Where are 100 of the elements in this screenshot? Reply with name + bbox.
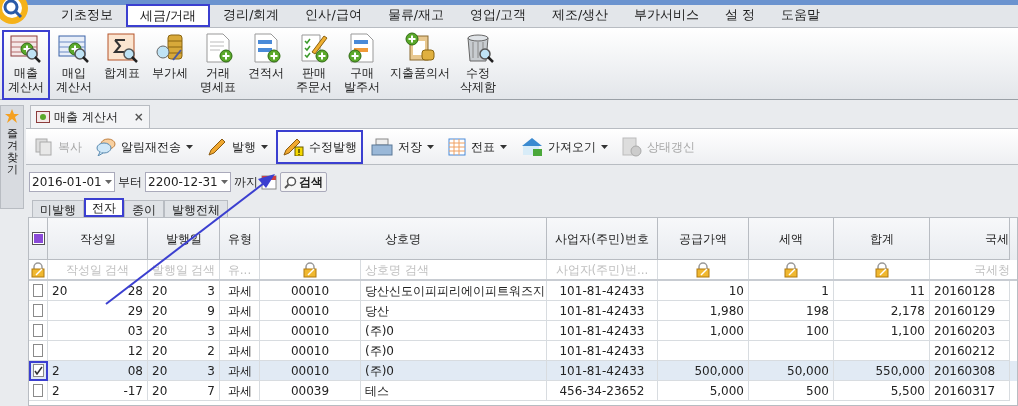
filter-lock-icon[interactable] bbox=[783, 261, 799, 278]
filter-lock-icon[interactable] bbox=[873, 261, 890, 278]
column-header[interactable]: 합계 bbox=[834, 218, 930, 260]
sum-table-icon bbox=[106, 32, 138, 64]
row-checkbox[interactable] bbox=[33, 384, 43, 397]
document-tab[interactable]: 매출 계산서 × bbox=[30, 105, 150, 128]
table-cell-text: 12 bbox=[127, 342, 143, 360]
table-row[interactable]: 03 20 3 과세 00010 (주)0 101-81-42433 1,000 100 1,100 20160203 bbox=[29, 321, 1017, 341]
table-cell-text: 101-81-42433 bbox=[559, 322, 645, 340]
column-header[interactable]: 상호명 bbox=[260, 218, 547, 260]
table-cell-text: 과세 bbox=[227, 382, 252, 400]
row-checkbox[interactable] bbox=[33, 324, 43, 337]
invoice-plus-icon bbox=[58, 32, 90, 64]
toolbar-button[interactable]: 가져오기 bbox=[515, 129, 614, 164]
from-label: 부터 bbox=[118, 174, 142, 191]
menu-tab[interactable]: 기초정보 bbox=[48, 4, 126, 27]
table-cell-text: 과세 bbox=[227, 302, 252, 320]
document-tab-title: 매출 계산서 bbox=[54, 109, 118, 126]
sub-tab[interactable]: 미발행 bbox=[32, 200, 84, 217]
filter-lock-icon[interactable] bbox=[30, 261, 46, 278]
date-field[interactable]: 2016-01-01 bbox=[29, 172, 115, 192]
spreadsheet-icon bbox=[448, 137, 466, 156]
ribbon-button[interactable]: 부가세 bbox=[146, 30, 194, 100]
ribbon-button[interactable]: 합계표 bbox=[98, 30, 146, 100]
row-checkbox[interactable] bbox=[32, 364, 44, 377]
toolbar-button[interactable]: 발행 bbox=[201, 129, 274, 164]
table-cell-text: 20160212 bbox=[934, 342, 996, 360]
sub-tab[interactable]: 발행전체 bbox=[164, 200, 228, 217]
row-checkbox[interactable] bbox=[33, 284, 43, 297]
table-cell-text: 29 bbox=[127, 302, 143, 320]
ribbon-button[interactable]: 거래 명세표 bbox=[194, 30, 242, 100]
table-cell-text: 00039 bbox=[290, 382, 330, 400]
ribbon-button[interactable]: 구매 발주서 bbox=[338, 30, 386, 100]
table-cell-text: 7 bbox=[207, 382, 215, 400]
table-cell-text: 2 bbox=[52, 382, 60, 400]
table-cell-text: 2 bbox=[207, 342, 215, 360]
table-cell-text: 00010 bbox=[290, 362, 330, 380]
table-cell-text: 20160317 bbox=[934, 382, 996, 400]
table-cell-text: 당산신도이피피리에이피트워즈지 bbox=[365, 282, 545, 300]
column-header[interactable]: 유형 bbox=[220, 218, 260, 260]
house-table-icon bbox=[521, 136, 543, 157]
select-all-checkbox[interactable] bbox=[31, 232, 45, 245]
table-cell-text: 198 bbox=[806, 302, 829, 320]
row-checkbox[interactable] bbox=[33, 344, 43, 357]
menu-tab[interactable]: 세금/거래 bbox=[126, 4, 211, 27]
menu-tab[interactable]: 도움말 bbox=[768, 4, 834, 27]
menu-tab[interactable]: 제조/생산 bbox=[539, 4, 622, 27]
table-cell-text: 20 bbox=[152, 382, 168, 400]
ribbon-button[interactable]: 지출품의서 bbox=[386, 30, 454, 100]
ribbon-button[interactable]: 견적서 bbox=[242, 30, 290, 100]
ribbon-button[interactable]: 수정 삭제함 bbox=[454, 30, 502, 100]
table-cell-text: (주)0 bbox=[365, 322, 394, 340]
column-header[interactable]: 사업자(주민)번호 bbox=[547, 218, 658, 260]
ribbon-button[interactable]: 매입 계산서 bbox=[50, 30, 98, 100]
column-header[interactable]: 작성일 bbox=[48, 218, 148, 260]
toolbar-button[interactable]: 저장 bbox=[365, 129, 440, 164]
table-cell-text: 당산 bbox=[365, 302, 389, 320]
ribbon-button[interactable]: 매출 계산서 bbox=[2, 30, 50, 100]
star-icon bbox=[4, 108, 20, 124]
table-row[interactable]: 2 -17 20 7 과세 00039 테스 456-34-23652 5,000 500 5,500 20160317 bbox=[29, 381, 1017, 401]
table-cell-text: 20160129 bbox=[934, 302, 996, 320]
menu-tab[interactable]: 물류/재고 bbox=[374, 4, 457, 27]
menu-tab[interactable]: 경리/회계 bbox=[210, 4, 293, 27]
filter-lock-icon[interactable] bbox=[302, 261, 318, 278]
table-cell-text: 500,000 bbox=[694, 362, 744, 380]
table-cell-text: 20 bbox=[152, 282, 168, 300]
sub-tab[interactable]: 전자 bbox=[84, 198, 124, 217]
table-cell-text: 00010 bbox=[290, 322, 330, 340]
column-header[interactable]: 세액 bbox=[749, 218, 834, 260]
toolbar-button[interactable]: 수정발행 bbox=[276, 129, 363, 164]
table-row[interactable]: 2 08 20 3 과세 00010 (주)0 101-81-42433 500,000 50,000 550,000 20160308 bbox=[29, 361, 1017, 381]
search-button[interactable]: 검색 bbox=[280, 172, 327, 192]
clipboard-coins-icon bbox=[404, 32, 436, 64]
ribbon-button[interactable]: 판매 주문서 bbox=[290, 30, 338, 100]
row-checkbox[interactable] bbox=[33, 304, 43, 317]
menu-tab[interactable]: 설 정 bbox=[712, 4, 769, 27]
table-cell-text: 20 bbox=[52, 282, 68, 300]
column-header[interactable]: 공급가액 bbox=[658, 218, 749, 260]
date-field[interactable]: 2200-12-31 bbox=[145, 172, 231, 192]
toolbar-button[interactable]: 전표 bbox=[442, 129, 513, 164]
table-cell-text: 3 bbox=[207, 362, 215, 380]
menu-tab[interactable]: 영업/고객 bbox=[456, 4, 540, 27]
table-cell-text: 03 bbox=[127, 322, 143, 340]
table-cell-text: 20160308 bbox=[934, 362, 996, 380]
toolbar-button[interactable]: 알림재전송 bbox=[90, 129, 199, 164]
filter-lock-icon[interactable] bbox=[695, 261, 711, 278]
table-cell-text: -17 bbox=[123, 382, 143, 400]
favorites-panel-tab[interactable]: 즐겨찾기 bbox=[0, 105, 24, 209]
speech-bubbles-icon bbox=[96, 137, 116, 156]
sub-tab[interactable]: 종이 bbox=[124, 200, 164, 217]
table-cell-text: 1,000 bbox=[709, 322, 744, 340]
pencil-icon bbox=[207, 137, 227, 156]
menu-tab[interactable]: 부가서비스 bbox=[621, 4, 713, 27]
table-row[interactable]: 20 28 20 3 과세 00010 당산신도이피피리에이피트워즈지 101-81-42433 10 1 11 20160128 bbox=[29, 281, 1017, 301]
table-row[interactable]: 29 20 9 과세 00010 당산 101-81-42433 1,980 198 2,178 20160129 bbox=[29, 301, 1017, 321]
caret-icon bbox=[601, 144, 608, 149]
caret-icon bbox=[500, 144, 507, 149]
menu-tab[interactable]: 인사/급여 bbox=[292, 4, 375, 27]
column-header[interactable]: 국세 bbox=[930, 218, 1010, 260]
close-button[interactable]: × bbox=[133, 108, 144, 126]
